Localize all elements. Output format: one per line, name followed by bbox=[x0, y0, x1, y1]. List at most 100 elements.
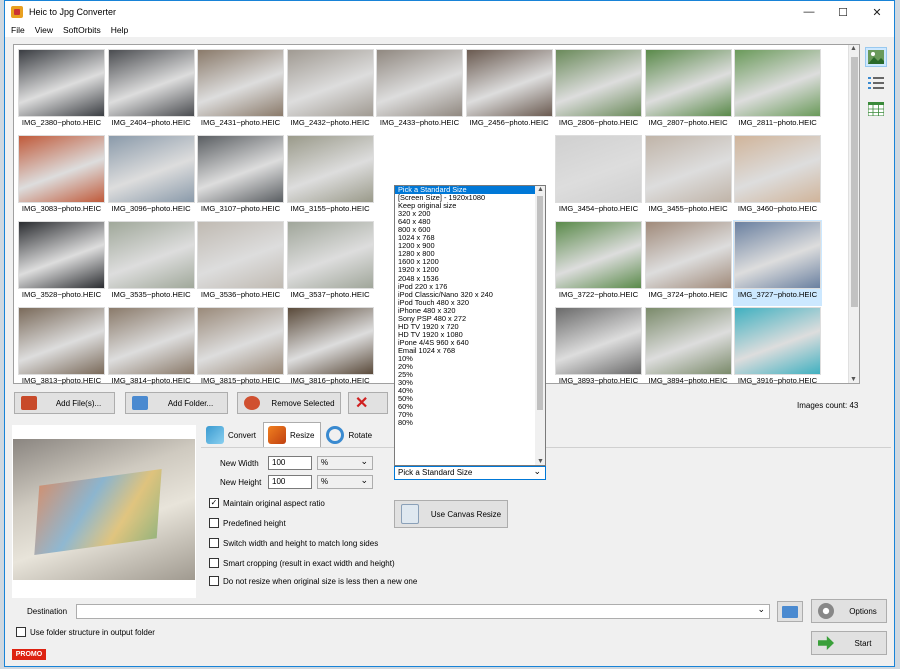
image-thumbnail[interactable]: IMG_2811~photo.HEIC bbox=[733, 48, 822, 134]
tab-rotate[interactable]: Rotate bbox=[321, 422, 379, 448]
dropdown-scroll-down-icon[interactable]: ▼ bbox=[537, 458, 544, 465]
image-thumbnail[interactable]: IMG_3536~photo.HEIC bbox=[196, 220, 285, 306]
scroll-up-icon[interactable]: ▲ bbox=[850, 45, 857, 52]
list-view-icon[interactable] bbox=[865, 73, 887, 93]
add-files-icon bbox=[21, 396, 37, 410]
thumbnail-label: IMG_3894~photo.HEIC bbox=[648, 376, 728, 385]
grid-scrollbar[interactable]: ▲ ▼ bbox=[848, 45, 859, 383]
minimize-button[interactable]: — bbox=[792, 1, 826, 23]
thumbnail-label: IMG_3083~photo.HEIC bbox=[21, 204, 102, 213]
image-thumbnail[interactable]: IMG_2431~photo.HEIC bbox=[196, 48, 285, 134]
image-thumbnail[interactable]: IMG_3724~photo.HEIC bbox=[644, 220, 733, 306]
image-thumbnail[interactable]: IMG_3155~photo.HEIC bbox=[286, 134, 375, 220]
menu-view[interactable]: View bbox=[35, 25, 53, 35]
thumbnail-label: IMG_3155~photo.HEIC bbox=[290, 204, 370, 213]
maintain-aspect-checkbox[interactable]: ✓ Maintain original aspect ratio bbox=[209, 498, 325, 508]
smart-cropping-checkbox[interactable]: Smart cropping (result in exact width an… bbox=[209, 558, 395, 568]
dropdown-option[interactable]: 50% bbox=[395, 395, 545, 403]
browse-folder-button[interactable] bbox=[777, 601, 803, 622]
thumbnail-label: IMG_3893~photo.HEIC bbox=[558, 376, 639, 385]
image-thumbnail[interactable]: IMG_2404~photo.HEIC bbox=[107, 48, 196, 134]
image-thumbnail[interactable]: IMG_2433~photo.HEIC bbox=[375, 48, 464, 134]
image-thumbnail[interactable]: IMG_3460~photo.HEIC bbox=[733, 134, 822, 220]
thumbnail-label: IMG_3107~photo.HEIC bbox=[200, 204, 281, 213]
image-thumbnail[interactable]: IMG_3727~photo.HEIC bbox=[733, 220, 822, 306]
image-thumbnail[interactable]: IMG_3814~photo.HEIC bbox=[107, 306, 196, 392]
thumbnail-image bbox=[734, 221, 821, 289]
thumbnail-image bbox=[197, 135, 284, 203]
image-thumbnail[interactable]: IMG_3537~photo.HEIC bbox=[286, 220, 375, 306]
dropdown-option[interactable]: 40% bbox=[395, 387, 545, 395]
folder-structure-checkbox[interactable]: Use folder structure in output folder bbox=[16, 627, 155, 637]
tab-resize[interactable]: Resize bbox=[263, 422, 322, 448]
thumbnail-image bbox=[644, 221, 732, 289]
canvas-resize-button[interactable]: Use Canvas Resize bbox=[394, 500, 508, 528]
thumbnail-label: IMG_3537~photo.HEIC bbox=[290, 290, 370, 299]
image-thumbnail[interactable]: IMG_3096~photo.HEIC bbox=[107, 134, 196, 220]
image-thumbnail[interactable]: IMG_3916~photo.HEIC bbox=[733, 306, 822, 392]
close-button[interactable]: ✕ bbox=[860, 1, 894, 23]
maximize-button[interactable]: ☐ bbox=[826, 1, 860, 23]
standard-size-combobox[interactable]: Pick a Standard Size bbox=[394, 465, 546, 480]
thumbnail-label: IMG_2380~photo.HEIC bbox=[21, 118, 102, 127]
width-unit-select[interactable]: % bbox=[317, 455, 373, 470]
new-height-label: New Height bbox=[220, 478, 262, 487]
image-thumbnail[interactable]: IMG_3813~photo.HEIC bbox=[17, 306, 106, 392]
image-thumbnail[interactable]: IMG_2807~photo.HEIC bbox=[644, 48, 733, 134]
image-thumbnail[interactable]: IMG_3815~photo.HEIC bbox=[196, 306, 285, 392]
table-view-icon[interactable] bbox=[865, 99, 887, 119]
thumbnail-image bbox=[555, 49, 642, 117]
image-thumbnail[interactable]: IMG_3722~photo.HEIC bbox=[554, 220, 643, 306]
thumbnail-label: IMG_3455~photo.HEIC bbox=[648, 204, 728, 213]
dropdown-option[interactable]: 80% bbox=[395, 419, 545, 427]
new-width-input[interactable]: 100 bbox=[268, 456, 312, 470]
dropdown-option[interactable]: 10% bbox=[395, 354, 545, 363]
dropdown-option[interactable]: Email 1024 x 768 bbox=[395, 346, 545, 355]
predefined-height-checkbox[interactable]: Predefined height bbox=[209, 518, 286, 528]
menu-help[interactable]: Help bbox=[111, 25, 128, 35]
clear-list-button[interactable]: ✕ bbox=[348, 392, 388, 414]
dropdown-option[interactable]: 25% bbox=[395, 371, 545, 379]
image-thumbnail[interactable]: IMG_2380~photo.HEIC bbox=[17, 48, 106, 134]
image-thumbnail[interactable]: IMG_3528~photo.HEIC bbox=[17, 220, 106, 306]
dropdown-option[interactable]: 70% bbox=[395, 411, 545, 419]
add-files-button[interactable]: Add File(s)... bbox=[14, 392, 115, 414]
image-thumbnail[interactable]: IMG_3816~photo.HEIC bbox=[286, 306, 375, 392]
menu-file[interactable]: File bbox=[11, 25, 25, 35]
image-thumbnail[interactable]: IMG_2456~photo.HEIC bbox=[465, 48, 554, 134]
image-thumbnail[interactable]: IMG_3107~photo.HEIC bbox=[196, 134, 285, 220]
thumbnail-view-icon[interactable] bbox=[865, 47, 887, 67]
remove-selected-button[interactable]: Remove Selected bbox=[237, 392, 341, 414]
no-resize-smaller-checkbox[interactable]: Do not resize when original size is less… bbox=[209, 576, 417, 586]
image-preview bbox=[12, 425, 196, 598]
image-thumbnail[interactable]: IMG_3083~photo.HEIC bbox=[17, 134, 106, 220]
height-unit-select[interactable]: % bbox=[317, 474, 373, 489]
dropdown-scroll-up-icon[interactable]: ▲ bbox=[537, 186, 544, 193]
image-thumbnail[interactable]: IMG_3535~photo.HEIC bbox=[107, 220, 196, 306]
scrollbar-thumb[interactable] bbox=[851, 57, 858, 307]
dropdown-scroll-thumb[interactable] bbox=[537, 196, 543, 410]
standard-size-dropdown-list[interactable]: ▲ ▼ Pick a Standard Size [Screen Size] - … bbox=[394, 185, 546, 466]
image-thumbnail[interactable]: IMG_3893~photo.HEIC bbox=[554, 306, 643, 392]
menu-softorbits[interactable]: SoftOrbits bbox=[63, 25, 101, 35]
image-thumbnail[interactable]: IMG_3894~photo.HEIC bbox=[644, 306, 733, 392]
destination-input[interactable] bbox=[76, 604, 770, 619]
dropdown-option[interactable]: 20% bbox=[395, 362, 545, 371]
image-thumbnail[interactable]: IMG_3454~photo.HEIC bbox=[554, 134, 643, 220]
start-button[interactable]: Start bbox=[811, 631, 887, 655]
dropdown-option[interactable]: 30% bbox=[395, 379, 545, 387]
dropdown-scrollbar[interactable]: ▲ ▼ bbox=[535, 186, 545, 465]
image-thumbnail[interactable]: IMG_2432~photo.HEIC bbox=[286, 48, 375, 134]
switch-sides-checkbox[interactable]: Switch width and height to match long si… bbox=[209, 538, 378, 548]
tab-convert[interactable]: Convert bbox=[201, 422, 263, 448]
new-height-input[interactable]: 100 bbox=[268, 475, 312, 489]
image-thumbnail[interactable]: IMG_2806~photo.HEIC bbox=[554, 48, 643, 134]
scroll-down-icon[interactable]: ▼ bbox=[850, 376, 857, 383]
dropdown-option[interactable]: 60% bbox=[395, 403, 545, 411]
options-button[interactable]: Options bbox=[811, 599, 887, 623]
images-count: Images count: 43 bbox=[797, 401, 859, 410]
remove-icon bbox=[244, 396, 260, 410]
promo-badge: PROMO bbox=[12, 649, 46, 660]
image-thumbnail[interactable]: IMG_3455~photo.HEIC bbox=[644, 134, 733, 220]
add-folder-button[interactable]: Add Folder... bbox=[125, 392, 228, 414]
